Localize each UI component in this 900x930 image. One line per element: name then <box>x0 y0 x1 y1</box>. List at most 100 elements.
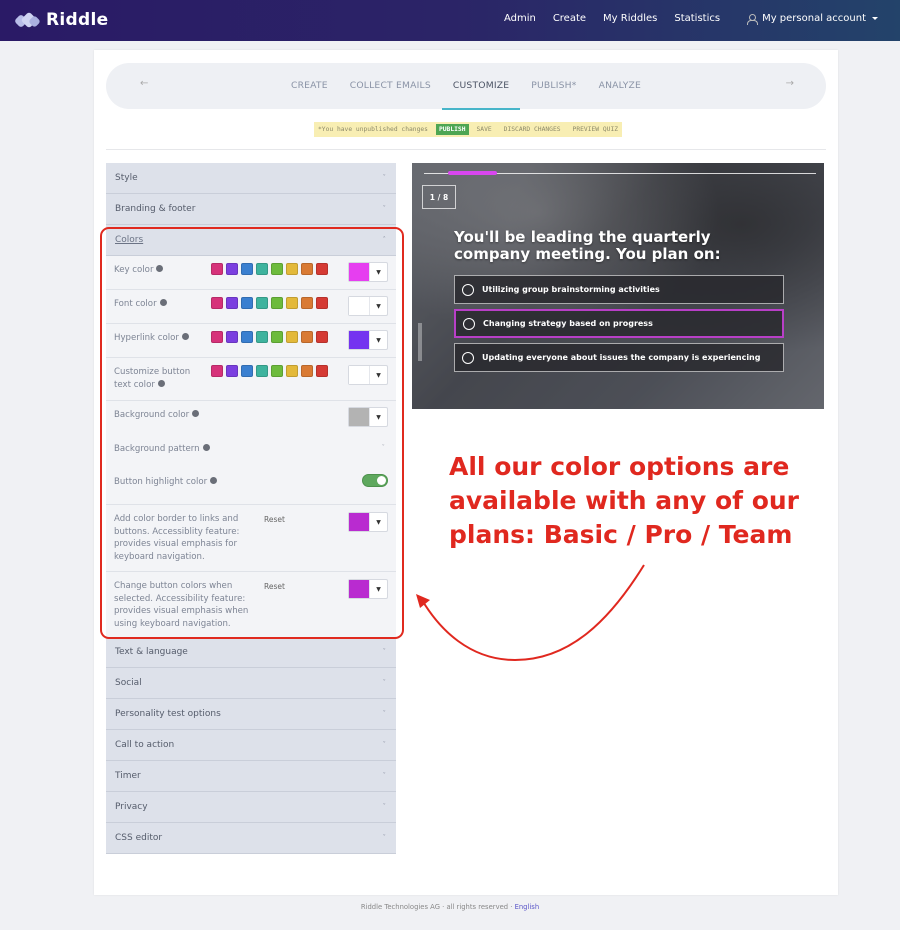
button-text-color-picker[interactable]: ▼ <box>348 365 388 385</box>
palette-swatch[interactable] <box>241 365 253 377</box>
palette-swatch[interactable] <box>301 331 313 343</box>
palette-swatch[interactable] <box>301 263 313 275</box>
background-pattern-row[interactable]: Background pattern ˇ <box>106 435 396 468</box>
save-button[interactable]: SAVE <box>477 126 492 133</box>
palette-swatch[interactable] <box>211 331 223 343</box>
palette-swatch[interactable] <box>286 297 298 309</box>
section-personality-test-options[interactable]: Personality test options ˇ <box>106 699 396 730</box>
caret-down-icon[interactable]: ▼ <box>369 297 387 315</box>
palette-swatch[interactable] <box>301 365 313 377</box>
answer-option[interactable]: Updating everyone about issues the compa… <box>454 343 784 372</box>
section-timer[interactable]: Timer ˇ <box>106 761 396 792</box>
section-privacy[interactable]: Privacy ˇ <box>106 792 396 823</box>
palette-swatch[interactable] <box>226 263 238 275</box>
palette-swatch[interactable] <box>316 263 328 275</box>
palette-swatch[interactable] <box>241 263 253 275</box>
info-icon[interactable] <box>192 410 200 417</box>
current-color <box>349 513 369 531</box>
info-icon[interactable] <box>202 444 210 451</box>
arrow-right-icon[interactable]: → <box>786 78 794 89</box>
tab-collect-emails[interactable]: COLLECT EMAILS <box>339 63 442 109</box>
section-label: Timer <box>115 771 141 781</box>
nav-admin[interactable]: Admin <box>504 13 536 24</box>
selected-button-color-picker[interactable]: ▼ <box>348 579 388 599</box>
riddle-logo[interactable]: Riddle <box>13 10 108 30</box>
button-highlight-toggle[interactable] <box>362 474 388 487</box>
nav-statistics[interactable]: Statistics <box>674 13 720 24</box>
palette-swatch[interactable] <box>226 365 238 377</box>
discard-changes-button[interactable]: DISCARD CHANGES <box>504 126 561 133</box>
caret-down-icon[interactable]: ▼ <box>369 331 387 349</box>
palette-swatch[interactable] <box>301 297 313 309</box>
section-social[interactable]: Social ˇ <box>106 668 396 699</box>
info-icon[interactable] <box>210 477 218 484</box>
reset-button[interactable]: Reset <box>264 515 285 524</box>
palette-swatch[interactable] <box>271 365 283 377</box>
settings-panel: Style ˇ Branding & footer ˇ Colors ˆ Key… <box>106 163 396 854</box>
current-color <box>349 580 369 598</box>
account-label[interactable]: My personal account <box>762 13 866 24</box>
unsaved-changes-bar: *You have unpublished changes PUBLISH SA… <box>314 122 623 137</box>
palette-swatch[interactable] <box>211 297 223 309</box>
publish-button[interactable]: PUBLISH <box>435 124 469 135</box>
caret-down-icon[interactable]: ▼ <box>369 408 387 426</box>
info-icon[interactable] <box>181 333 189 340</box>
palette-swatch[interactable] <box>211 263 223 275</box>
section-style[interactable]: Style ˇ <box>106 163 396 194</box>
palette-swatch[interactable] <box>226 331 238 343</box>
palette-swatch[interactable] <box>286 331 298 343</box>
account-menu[interactable]: My personal account <box>747 13 878 25</box>
section-text-language[interactable]: Text & language ˇ <box>106 637 396 668</box>
palette-swatch[interactable] <box>256 263 268 275</box>
chevron-down-icon[interactable]: ˇ <box>382 444 386 452</box>
palette-swatch[interactable] <box>286 365 298 377</box>
section-colors[interactable]: Colors ˆ <box>106 225 396 256</box>
palette-swatch[interactable] <box>256 331 268 343</box>
section-call-to-action[interactable]: Call to action ˇ <box>106 730 396 761</box>
tab-create[interactable]: CREATE <box>280 63 339 109</box>
question-counter: 1 / 8 <box>422 185 456 209</box>
caret-down-icon[interactable]: ▼ <box>369 263 387 281</box>
key-color-picker[interactable]: ▼ <box>348 262 388 282</box>
chevron-down-icon: ˇ <box>382 834 387 842</box>
info-icon[interactable] <box>157 379 165 387</box>
section-branding-footer[interactable]: Branding & footer ˇ <box>106 194 396 225</box>
current-color <box>349 366 369 384</box>
palette-swatch[interactable] <box>316 365 328 377</box>
info-icon[interactable] <box>156 265 164 272</box>
caret-down-icon[interactable]: ▼ <box>369 580 387 598</box>
info-icon[interactable] <box>159 299 167 306</box>
palette-swatch[interactable] <box>241 297 253 309</box>
section-label: Branding & footer <box>115 204 196 214</box>
answer-option[interactable]: Utilizing group brainstorming activities <box>454 275 784 304</box>
language-link[interactable]: English <box>515 903 540 911</box>
tab-analyze[interactable]: ANALYZE <box>588 63 652 109</box>
palette-swatch[interactable] <box>241 331 253 343</box>
answer-option-selected[interactable]: Changing strategy based on progress <box>454 309 784 338</box>
caret-down-icon[interactable]: ▼ <box>369 366 387 384</box>
preview-quiz-button[interactable]: PREVIEW QUIZ <box>573 126 619 133</box>
palette-swatch[interactable] <box>211 365 223 377</box>
palette-swatch[interactable] <box>316 297 328 309</box>
palette-swatch[interactable] <box>271 297 283 309</box>
palette-swatch[interactable] <box>271 263 283 275</box>
background-color-row: Background color ▼ <box>106 401 396 435</box>
palette-swatch[interactable] <box>271 331 283 343</box>
copyright-text: Riddle Technologies AG · all rights rese… <box>360 903 513 911</box>
font-color-picker[interactable]: ▼ <box>348 296 388 316</box>
background-color-picker[interactable]: ▼ <box>348 407 388 427</box>
palette-swatch[interactable] <box>256 297 268 309</box>
palette-swatch[interactable] <box>226 297 238 309</box>
caret-down-icon[interactable]: ▼ <box>369 513 387 531</box>
section-css-editor[interactable]: CSS editor ˇ <box>106 823 396 854</box>
palette-swatch[interactable] <box>256 365 268 377</box>
palette-swatch[interactable] <box>316 331 328 343</box>
hyperlink-color-picker[interactable]: ▼ <box>348 330 388 350</box>
palette-swatch[interactable] <box>286 263 298 275</box>
nav-create[interactable]: Create <box>553 13 586 24</box>
color-border-picker[interactable]: ▼ <box>348 512 388 532</box>
tab-customize[interactable]: CUSTOMIZE <box>441 63 521 110</box>
reset-button[interactable]: Reset <box>264 582 285 591</box>
tab-publish[interactable]: PUBLISH* <box>520 63 587 109</box>
nav-my-riddles[interactable]: My Riddles <box>603 13 657 24</box>
